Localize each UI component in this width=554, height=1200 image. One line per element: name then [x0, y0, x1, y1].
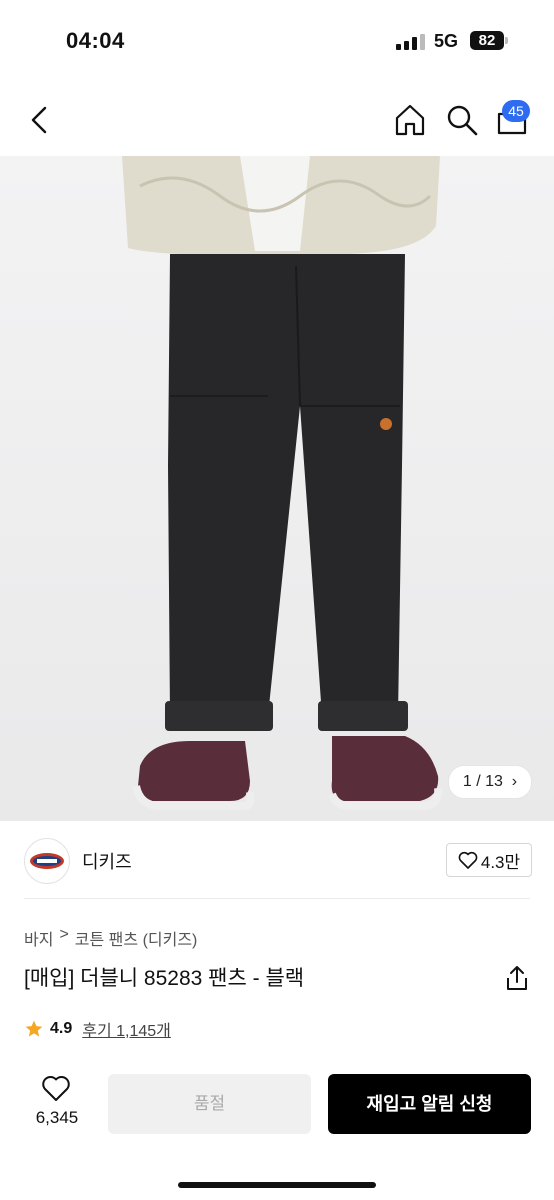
- restock-alert-button[interactable]: 재입고 알림 신청: [328, 1074, 531, 1134]
- wishlist-count: 6,345: [35, 1108, 79, 1127]
- reviews-link[interactable]: 후기 1,145개: [82, 1017, 171, 1041]
- status-time: 04:04: [66, 28, 125, 53]
- back-button[interactable]: [22, 100, 58, 140]
- share-icon: [507, 966, 527, 990]
- breadcrumb-sub-category[interactable]: 코튼 팬츠 (디키즈): [75, 926, 198, 950]
- cellular-signal-icon: [396, 34, 425, 50]
- rating-score: 4.9: [50, 1020, 73, 1037]
- brand-logo[interactable]: [24, 838, 70, 884]
- rating-row: 4.9 후기 1,145개: [24, 1017, 171, 1041]
- home-indicator: [178, 1182, 376, 1188]
- status-bar: 04:04 5G 82: [0, 0, 554, 80]
- product-title: [매입] 더블니 85283 팬츠 - 블랙: [24, 967, 305, 990]
- breadcrumb: 바지 > 코튼 팬츠 (디키즈): [24, 926, 197, 950]
- heart-icon: [458, 851, 478, 869]
- pants-photo-illustration: [122, 156, 443, 810]
- cart-count-badge: 45: [502, 100, 530, 122]
- home-icon: [395, 104, 425, 136]
- battery-icon: 82: [470, 31, 504, 50]
- product-image[interactable]: [0, 156, 554, 821]
- image-counter-text: 1 / 13: [462, 773, 503, 790]
- chevron-right-icon: ›: [507, 773, 518, 790]
- battery-tip: [505, 37, 508, 44]
- soldout-button[interactable]: 품절: [108, 1074, 311, 1134]
- heart-icon: [42, 1075, 70, 1101]
- network-type: 5G: [434, 31, 459, 51]
- breadcrumb-separator: >: [59, 926, 69, 943]
- divider: [24, 898, 530, 899]
- brand-like-count: 4.3만: [480, 852, 521, 872]
- search-icon: [447, 105, 478, 136]
- image-page-counter[interactable]: 1 / 13 ›: [448, 765, 532, 799]
- brand-like-button[interactable]: 4.3만: [446, 843, 532, 877]
- search-button[interactable]: [444, 102, 480, 138]
- brand-name[interactable]: 디키즈: [82, 848, 132, 874]
- home-button[interactable]: [392, 102, 428, 138]
- breadcrumb-category[interactable]: 바지: [24, 926, 53, 950]
- star-icon: [25, 1020, 43, 1037]
- share-button[interactable]: [504, 964, 530, 992]
